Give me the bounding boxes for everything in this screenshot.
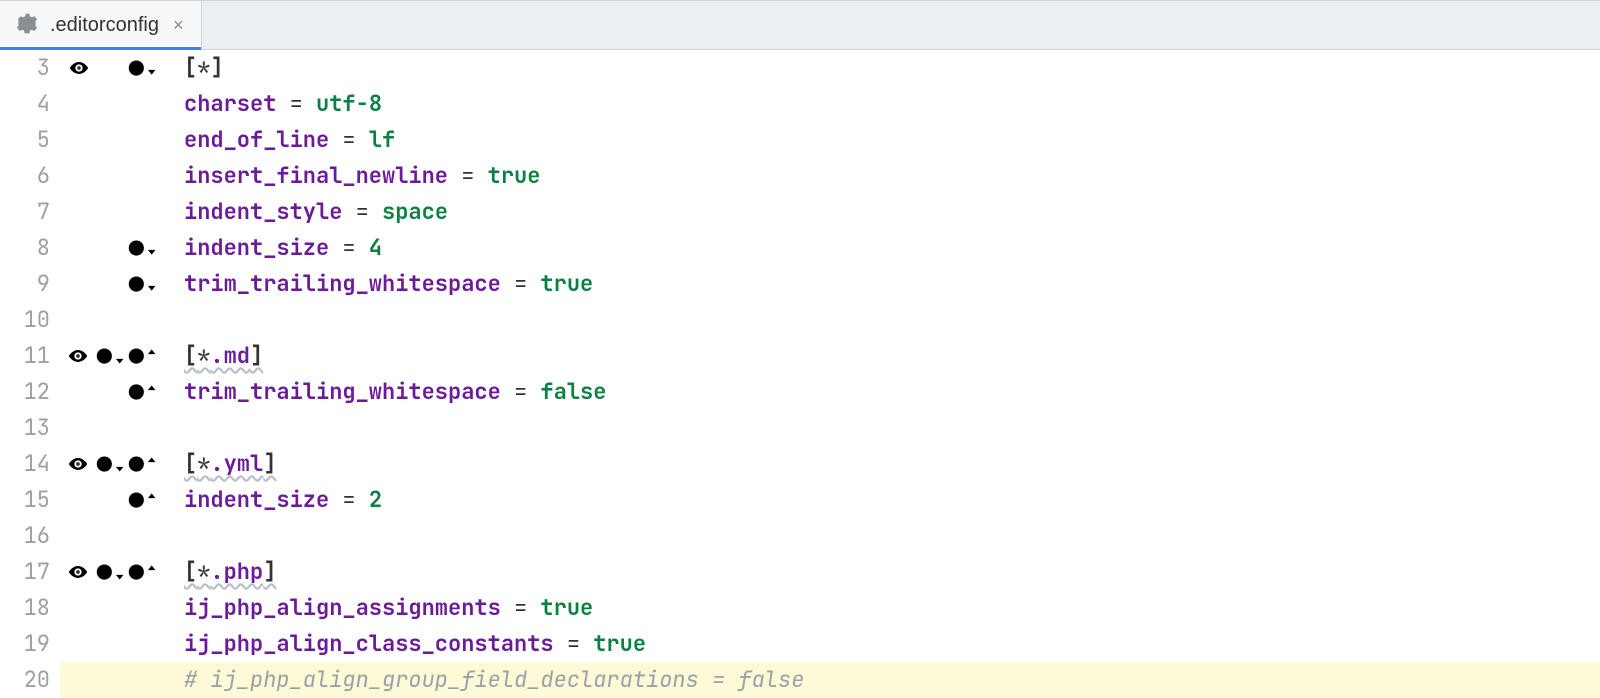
gutter-icons: [60, 57, 160, 79]
code-line[interactable]: 6 insert_final_newline = true: [0, 158, 1600, 194]
line-number: 6: [0, 158, 60, 194]
gutter-icons: [60, 381, 160, 403]
code-content: ij_php_align_assignments = true: [160, 590, 1600, 626]
override-up-icon[interactable]: [126, 561, 156, 583]
code-line[interactable]: 4 charset = utf-8: [0, 86, 1600, 122]
override-down-icon[interactable]: [126, 237, 156, 259]
line-number: 11: [0, 338, 60, 374]
code-content: indent_size = 4: [160, 230, 1600, 266]
code-line[interactable]: 19 ij_php_align_class_constants = true: [0, 626, 1600, 662]
code-content: charset = utf-8: [160, 86, 1600, 122]
line-number: 12: [0, 374, 60, 410]
override-down-dashed-icon[interactable]: [94, 561, 124, 583]
override-down-icon[interactable]: [126, 57, 156, 79]
code-line[interactable]: 8 indent_size = 4: [0, 230, 1600, 266]
override-down-dashed-icon[interactable]: [94, 345, 124, 367]
line-number: 13: [0, 410, 60, 446]
eye-icon[interactable]: [64, 453, 92, 475]
override-down-icon[interactable]: [126, 273, 156, 295]
line-number: 20: [0, 662, 60, 698]
override-down-dashed-icon[interactable]: [94, 453, 124, 475]
line-number: 9: [0, 266, 60, 302]
override-up-icon[interactable]: [126, 453, 156, 475]
code-content: [*]: [160, 50, 1600, 86]
override-up-icon[interactable]: [126, 489, 156, 511]
close-icon[interactable]: ×: [173, 16, 184, 34]
code-line[interactable]: 13: [0, 410, 1600, 446]
code-content: ij_php_align_class_constants = true: [160, 626, 1600, 662]
code-line[interactable]: 15 indent_size = 2: [0, 482, 1600, 518]
code-content: trim_trailing_whitespace = false: [160, 374, 1600, 410]
code-content: [*.php]: [160, 554, 1600, 590]
code-content: trim_trailing_whitespace = true: [160, 266, 1600, 302]
gutter-icons: [60, 561, 160, 583]
line-number: 3: [0, 50, 60, 86]
code-line[interactable]: 5 end_of_line = lf: [0, 122, 1600, 158]
code-content: [*.yml]: [160, 446, 1600, 482]
code-content: [*.md]: [160, 338, 1600, 374]
line-number: 5: [0, 122, 60, 158]
code-line[interactable]: 10: [0, 302, 1600, 338]
code-line[interactable]: 16: [0, 518, 1600, 554]
code-line[interactable]: 14 [*.yml]: [0, 446, 1600, 482]
line-number: 10: [0, 302, 60, 338]
gutter-icons: [60, 273, 160, 295]
line-number: 17: [0, 554, 60, 590]
code-content: insert_final_newline = true: [160, 158, 1600, 194]
code-content: end_of_line = lf: [160, 122, 1600, 158]
override-up-icon[interactable]: [126, 345, 156, 367]
line-number: 4: [0, 86, 60, 122]
line-number: 7: [0, 194, 60, 230]
eye-icon[interactable]: [64, 561, 92, 583]
gutter-icons: [60, 453, 160, 475]
tab-filename-label: .editorconfig: [50, 14, 159, 37]
code-line[interactable]: 20 # ij_php_align_group_field_declaration…: [0, 662, 1600, 698]
code-content: indent_style = space: [160, 194, 1600, 230]
editor-tabbar: .editorconfig ×: [0, 0, 1600, 50]
code-line[interactable]: 3 [*]: [0, 50, 1600, 86]
code-line[interactable]: 18 ij_php_align_assignments = true: [0, 590, 1600, 626]
line-number: 8: [0, 230, 60, 266]
line-number: 15: [0, 482, 60, 518]
gutter-icons: [60, 237, 160, 259]
tab-editorconfig[interactable]: .editorconfig ×: [0, 1, 202, 49]
gutter-icons: [60, 489, 160, 511]
code-line[interactable]: 11 [*.md]: [0, 338, 1600, 374]
code-line[interactable]: 17 [*.php]: [0, 554, 1600, 590]
line-number: 16: [0, 518, 60, 554]
eye-icon[interactable]: [64, 57, 93, 79]
line-number: 14: [0, 446, 60, 482]
code-line[interactable]: 9 trim_trailing_whitespace = true: [0, 266, 1600, 302]
code-content: # ij_php_align_group_field_declarations …: [160, 662, 1600, 698]
gutter-icons: [60, 345, 160, 367]
gear-icon: [14, 11, 40, 40]
code-line[interactable]: 12 trim_trailing_whitespace = false: [0, 374, 1600, 410]
line-number: 18: [0, 590, 60, 626]
eye-icon[interactable]: [64, 345, 92, 367]
code-editor[interactable]: 3 [*] 4 charset = utf-8 5 end_of_line = lf 6 in…: [0, 50, 1600, 698]
code-content: indent_size = 2: [160, 482, 1600, 518]
line-number: 19: [0, 626, 60, 662]
override-up-icon[interactable]: [126, 381, 156, 403]
code-line[interactable]: 7 indent_style = space: [0, 194, 1600, 230]
